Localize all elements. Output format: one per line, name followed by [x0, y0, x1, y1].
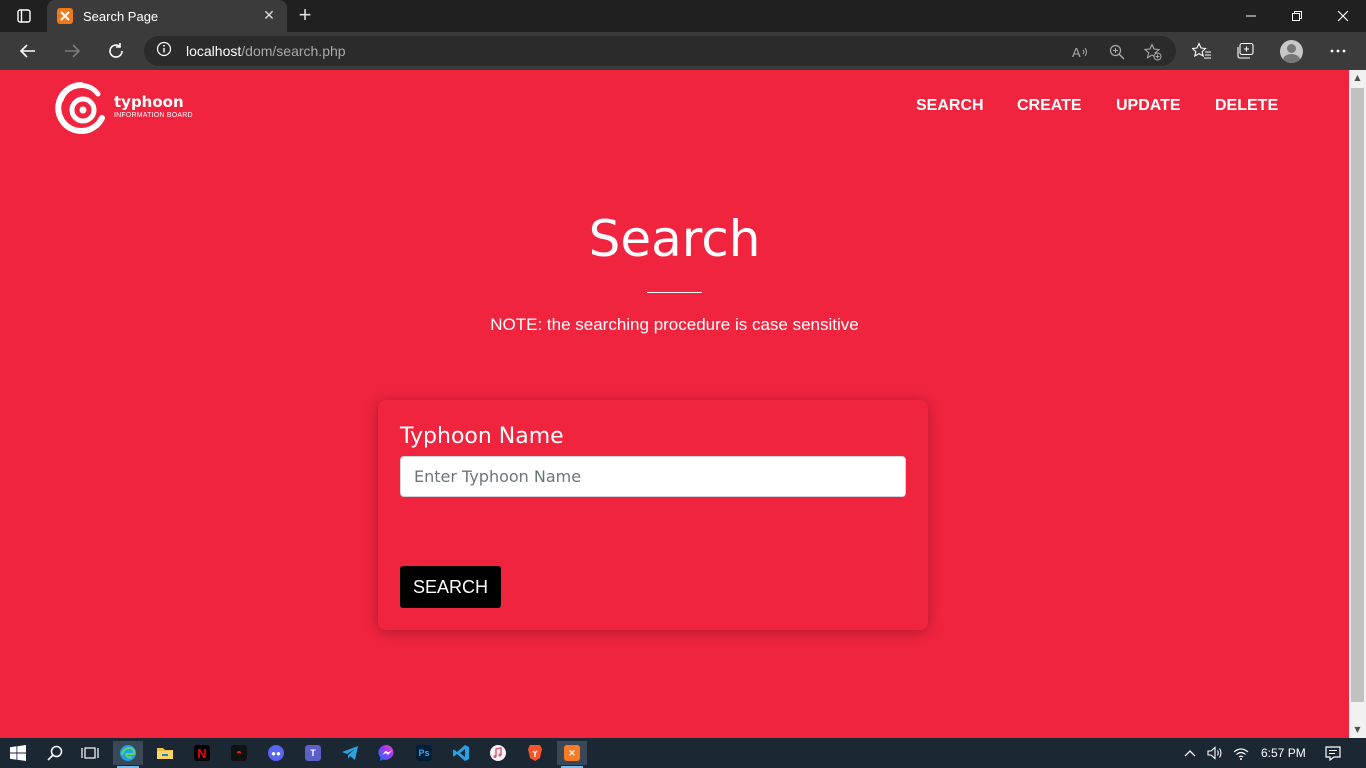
- browser-tab[interactable]: Search Page ✕: [47, 0, 287, 32]
- add-favorite-icon[interactable]: [1144, 43, 1162, 61]
- settings-more-icon[interactable]: [1326, 39, 1350, 63]
- svg-text:A: A: [1072, 45, 1081, 60]
- new-tab-icon[interactable]: +: [292, 3, 318, 29]
- windows-taskbar: N ◓ ●● T Ps ✕ 6:57 PM: [0, 738, 1366, 768]
- typhoon-logo-icon: [55, 82, 105, 134]
- url-host: localhost: [186, 43, 242, 59]
- collections-icon[interactable]: [1234, 39, 1258, 63]
- app-icon[interactable]: ◓: [224, 741, 254, 765]
- title-divider: [647, 292, 702, 293]
- messenger-icon[interactable]: [372, 741, 402, 765]
- show-hidden-icons-icon[interactable]: [1184, 738, 1196, 768]
- nav-create[interactable]: CREATE: [1017, 97, 1082, 115]
- address-bar[interactable]: localhost/dom/search.php A: [144, 36, 1176, 66]
- profile-avatar[interactable]: [1280, 40, 1303, 63]
- window-close-icon[interactable]: [1320, 0, 1366, 32]
- brand-name: typhoon: [114, 93, 184, 111]
- read-aloud-icon[interactable]: A: [1072, 43, 1090, 61]
- scroll-down-icon[interactable]: ▼: [1349, 722, 1366, 738]
- url-path: /dom/search.php: [241, 43, 346, 59]
- tab-title: Search Page: [83, 8, 159, 24]
- back-icon[interactable]: [12, 35, 44, 67]
- refresh-icon[interactable]: [100, 35, 132, 67]
- file-explorer-icon[interactable]: [150, 741, 180, 765]
- site-logo[interactable]: typhoon INFORMATION BOARD: [52, 80, 202, 136]
- photoshop-icon[interactable]: Ps: [409, 741, 439, 765]
- task-view-icon[interactable]: [75, 741, 105, 765]
- typhoon-name-label: Typhoon Name: [400, 424, 564, 449]
- search-button[interactable]: SEARCH: [400, 566, 501, 608]
- brave-icon[interactable]: [520, 741, 550, 765]
- itunes-icon[interactable]: [483, 741, 513, 765]
- taskbar-clock[interactable]: 6:57 PM: [1261, 738, 1306, 768]
- notifications-icon[interactable]: [1325, 738, 1341, 768]
- page-viewport: typhoon INFORMATION BOARD SEARCH CREATE …: [0, 70, 1349, 738]
- discord-icon[interactable]: ●●: [261, 741, 291, 765]
- search-icon[interactable]: [40, 741, 70, 765]
- start-icon[interactable]: [3, 741, 33, 765]
- zoom-icon[interactable]: [1108, 43, 1126, 61]
- restore-icon[interactable]: [1274, 0, 1320, 32]
- favorites-icon[interactable]: [1190, 39, 1214, 63]
- forward-icon[interactable]: [56, 35, 88, 67]
- site-info-icon[interactable]: [156, 41, 172, 61]
- scrollbar-thumb[interactable]: [1351, 88, 1364, 702]
- nav-update[interactable]: UPDATE: [1116, 97, 1181, 115]
- page-title: Search: [588, 210, 761, 268]
- nav-search[interactable]: SEARCH: [916, 97, 984, 115]
- minimize-icon[interactable]: [1228, 0, 1274, 32]
- search-form-card: Typhoon Name SEARCH: [378, 400, 928, 630]
- browser-titlebar: Search Page ✕ +: [0, 0, 1366, 32]
- xampp-favicon-icon: [57, 8, 73, 24]
- vscode-icon[interactable]: [446, 741, 476, 765]
- tab-close-icon[interactable]: ✕: [261, 8, 277, 24]
- page-scrollbar[interactable]: ▲ ▼: [1349, 70, 1366, 738]
- teams-icon[interactable]: T: [298, 741, 328, 765]
- browser-toolbar: localhost/dom/search.php A: [0, 32, 1366, 70]
- typhoon-name-input[interactable]: [400, 456, 906, 497]
- edge-icon[interactable]: [113, 741, 143, 768]
- tab-actions-icon[interactable]: [8, 4, 40, 28]
- xampp-icon[interactable]: ✕: [557, 741, 587, 768]
- telegram-icon[interactable]: [335, 741, 365, 765]
- scroll-up-icon[interactable]: ▲: [1349, 70, 1366, 86]
- case-sensitive-note: NOTE: the searching procedure is case se…: [490, 315, 859, 334]
- netflix-icon[interactable]: N: [187, 741, 217, 765]
- wifi-icon[interactable]: [1233, 738, 1249, 768]
- volume-icon[interactable]: [1207, 738, 1223, 768]
- nav-delete[interactable]: DELETE: [1215, 97, 1278, 115]
- brand-subtitle: INFORMATION BOARD: [114, 112, 193, 119]
